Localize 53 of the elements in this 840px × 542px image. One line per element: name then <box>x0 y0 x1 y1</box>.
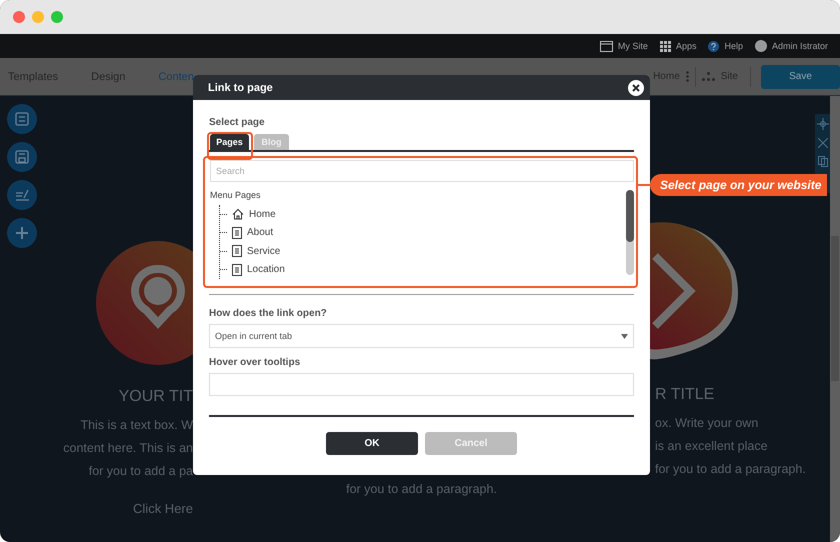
field-label: How does the link open? <box>209 308 328 319</box>
body-text: content here. This is an <box>63 440 193 457</box>
top-menu-link[interactable]: Apps <box>676 41 696 51</box>
layout-icon[interactable] <box>7 104 37 134</box>
body-text: for you to add a paragraph. <box>655 461 807 478</box>
document-icon <box>232 245 242 258</box>
save-button[interactable]: Save <box>761 64 840 88</box>
dialog-title: Link to page <box>208 82 273 94</box>
field-label: Select page <box>209 117 266 128</box>
link-target-dropdown[interactable]: Open in current tab <box>209 324 634 348</box>
tree-label: Menu Pages <box>210 190 262 200</box>
tooltip-field[interactable] <box>209 373 634 396</box>
sitemap-icon <box>702 72 715 81</box>
tree-item[interactable]: Home <box>249 208 276 220</box>
top-menu-link[interactable]: Help <box>724 41 743 51</box>
body-text: ox. Write your own <box>655 415 760 432</box>
copy-icon[interactable] <box>818 156 828 167</box>
page-type-tab[interactable]: Pages <box>210 134 249 150</box>
body-text: for you to add a pa <box>88 463 193 480</box>
section-title: R TITLE <box>655 386 716 404</box>
tree-item[interactable]: About <box>247 227 274 238</box>
tree-item[interactable]: Location <box>247 264 285 276</box>
move-icon[interactable] <box>816 118 828 130</box>
search-field[interactable]: Search <box>210 160 634 182</box>
leader-line <box>637 184 651 186</box>
close-window-button[interactable] <box>13 11 25 23</box>
body-text: This is a text box. W <box>80 417 193 434</box>
document-icon <box>232 264 242 276</box>
browser-window-icon <box>600 40 613 52</box>
body-text: is an excellent place <box>655 438 769 455</box>
avatar-icon <box>754 40 767 52</box>
ok-button[interactable]: OK <box>326 432 418 455</box>
section-title: YOUR TIT <box>118 388 193 406</box>
top-menu-link[interactable]: Admin Istrator <box>772 41 828 51</box>
callout-label: Select page on your website <box>650 174 828 196</box>
edit-text-icon[interactable] <box>7 180 37 210</box>
document-icon <box>232 226 242 239</box>
scrollbar[interactable] <box>626 190 634 275</box>
apps-grid-icon <box>660 40 671 52</box>
add-icon[interactable] <box>7 218 37 248</box>
home-icon <box>232 208 244 220</box>
save-icon[interactable] <box>7 142 37 172</box>
help-icon <box>708 40 720 52</box>
map-pin-icon <box>93 241 193 366</box>
more-icon[interactable] <box>686 71 689 82</box>
close-icon[interactable] <box>628 80 644 96</box>
body-text: for you to add a paragraph. <box>346 481 497 498</box>
top-menu-link[interactable]: My Site <box>618 41 648 51</box>
tree-item[interactable]: Service <box>247 246 280 257</box>
scrollbar[interactable] <box>830 96 840 542</box>
field-label: Hover over tooltips <box>209 357 302 368</box>
zoom-window-button[interactable] <box>51 11 63 23</box>
dropdown-arrow-icon <box>621 334 628 338</box>
